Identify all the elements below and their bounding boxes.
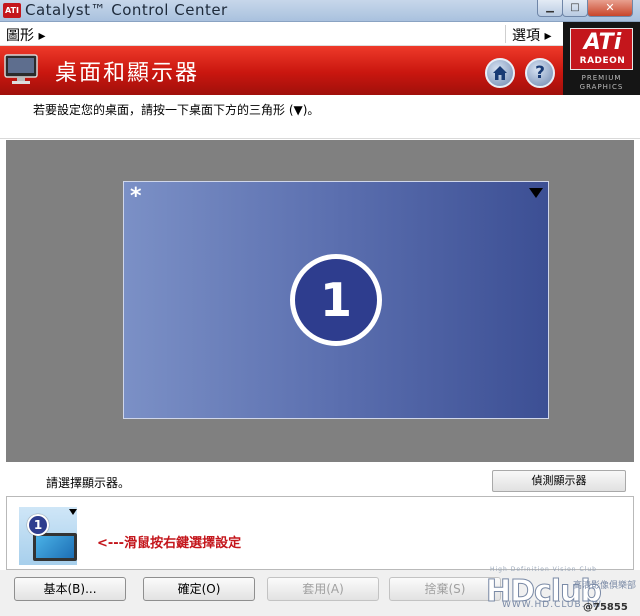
primary-desktop-marker: * (130, 184, 142, 209)
monitor-icon (4, 54, 38, 84)
ati-logo-graphics: GRAPHICS (579, 83, 624, 91)
home-icon (493, 66, 507, 80)
lcd-monitor-icon (33, 533, 77, 561)
select-display-label: 請選擇顯示器。 (46, 476, 131, 490)
display-number-badge: 1 (27, 514, 49, 536)
display-1-thumbnail[interactable]: 1 (19, 507, 77, 565)
ok-button[interactable]: 確定(O) (143, 577, 255, 601)
home-button[interactable] (485, 58, 515, 88)
close-button[interactable]: ✕ (587, 0, 633, 17)
display-thumbnail-area: 1 <---滑鼠按右鍵選擇設定 (6, 496, 634, 570)
basic-button[interactable]: 基本(B)... (14, 577, 126, 601)
menu-divider (505, 25, 506, 43)
menu-bar: 圖形 ▸ 選項 ▸ (0, 22, 563, 46)
ati-radeon-logo: ATi RADEON PREMIUM GRAPHICS (563, 22, 640, 95)
watermark-user: @75855 (583, 602, 628, 613)
display-options-triangle[interactable] (69, 509, 77, 515)
apply-button[interactable]: 套用(A) (267, 577, 379, 601)
instruction-text: 若要設定您的桌面，請按一下桌面下方的三角形 (▼)。 (33, 103, 320, 117)
graphics-menu[interactable]: 圖形 ▸ (6, 25, 45, 45)
maximize-button[interactable]: □ (562, 0, 588, 17)
ati-app-icon: ATI (3, 3, 21, 18)
ati-logo-premium: PREMIUM (581, 74, 622, 82)
title-bar: ATI Catalyst™ Control Center ▁ □ ✕ (0, 0, 640, 22)
monitor-number-badge: 1 (290, 254, 382, 346)
desktop-options-triangle[interactable] (529, 188, 543, 198)
header-banner: 桌面和顯示器 ? (0, 46, 563, 95)
watermark-chinese: 高清影像俱樂部 (573, 581, 637, 591)
desktop-1-panel[interactable]: * 1 (123, 181, 549, 419)
page-title: 桌面和顯示器 (55, 61, 200, 86)
window-title: Catalyst™ Control Center (25, 1, 228, 19)
minimize-button[interactable]: ▁ (537, 0, 563, 17)
ati-logo-badge: ATi RADEON (570, 28, 633, 70)
desktop-layout-area: * 1 (6, 140, 634, 462)
ati-logo-word: ATi (583, 30, 622, 55)
ati-logo-radeon: RADEON (579, 56, 626, 66)
detect-displays-button[interactable]: 偵測顯示器 (492, 470, 626, 492)
options-menu[interactable]: 選項 ▸ (512, 25, 551, 45)
right-click-hint: <---滑鼠按右鍵選擇設定 (97, 536, 242, 551)
help-button[interactable]: ? (525, 58, 555, 88)
select-display-row: 請選擇顯示器。 偵測顯示器 (0, 462, 640, 496)
instruction-area: 若要設定您的桌面，請按一下桌面下方的三角形 (▼)。 (0, 95, 640, 139)
discard-button[interactable]: 捨棄(S) (389, 577, 501, 601)
watermark-tagline: High Definition Vision Club (490, 566, 597, 573)
